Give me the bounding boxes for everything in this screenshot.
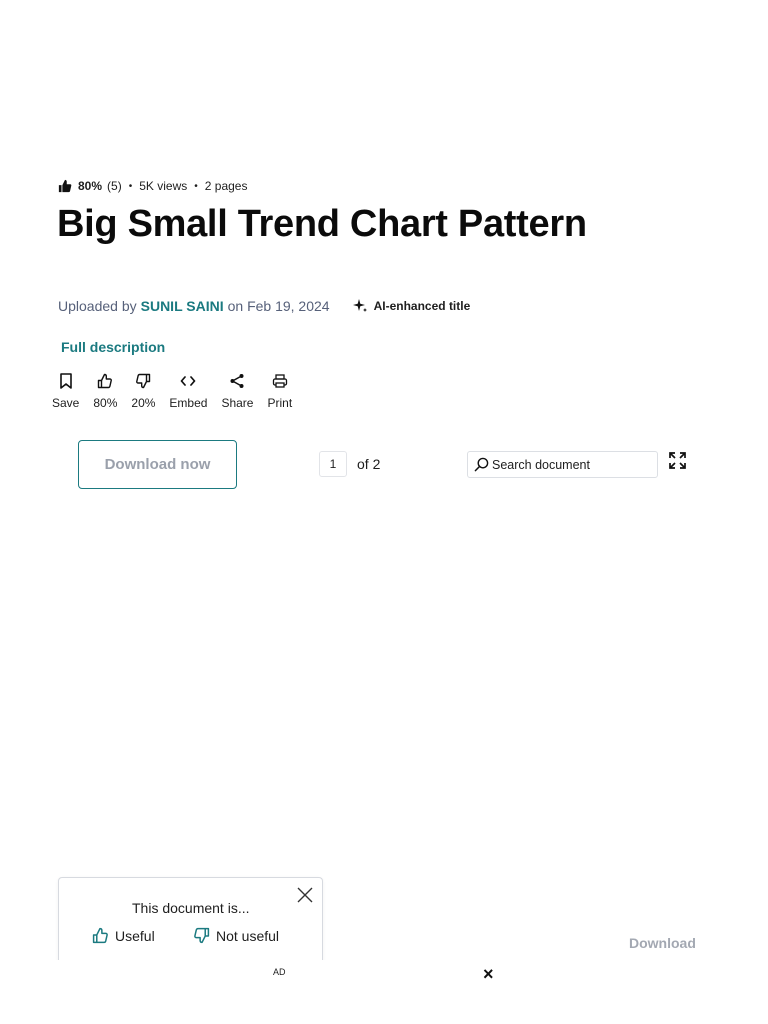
thumbs-up-icon <box>97 371 113 391</box>
save-label: Save <box>52 396 80 410</box>
dislike-button[interactable]: 20% <box>131 371 155 410</box>
dislike-percent: 20% <box>131 396 156 410</box>
ad-label: AD <box>273 967 286 977</box>
feedback-question: This document is... <box>132 900 250 916</box>
download-now-button[interactable]: Download now <box>78 440 237 489</box>
rating-percent: 80% <box>78 179 103 193</box>
bookmark-icon <box>59 371 73 391</box>
thumbs-up-icon <box>92 927 108 944</box>
separator-dot: • <box>128 180 133 192</box>
search-input[interactable] <box>492 457 652 472</box>
rating-count: (5) <box>107 179 122 193</box>
close-icon <box>297 887 313 903</box>
ai-enhanced-badge: AI-enhanced title <box>352 298 471 314</box>
print-label: Print <box>267 396 293 410</box>
page-number-input[interactable] <box>319 451 347 477</box>
like-button[interactable]: 80% <box>93 371 117 410</box>
feedback-popup: This document is... Useful Not useful <box>58 877 323 967</box>
embed-label: Embed <box>169 396 208 410</box>
view-count: 5K views <box>139 179 188 193</box>
uploaded-by-label: Uploaded by <box>58 298 137 314</box>
print-button[interactable]: Print <box>267 371 292 410</box>
sparkle-icon <box>352 299 367 312</box>
embed-button[interactable]: Embed <box>169 371 207 410</box>
fullscreen-button[interactable] <box>669 452 686 474</box>
code-icon <box>180 371 196 391</box>
not-useful-label: Not useful <box>216 927 280 944</box>
ad-close-button[interactable]: × <box>483 964 494 985</box>
search-icon <box>474 457 489 472</box>
page-navigator: of 2 <box>319 451 380 477</box>
thumbs-down-icon <box>135 371 151 391</box>
bottom-download-button[interactable]: Download <box>629 935 696 951</box>
document-search[interactable] <box>467 451 658 478</box>
action-toolbar: Save 80% 20% Embed Share Print <box>52 371 306 410</box>
ai-badge-label: AI-enhanced title <box>373 299 471 313</box>
useful-button[interactable]: Useful <box>92 927 155 944</box>
upload-date: on Feb 19, 2024 <box>227 298 330 314</box>
page-count: 2 pages <box>204 179 248 193</box>
separator-dot: • <box>194 180 198 192</box>
share-label: Share <box>221 396 254 410</box>
upload-info: Uploaded by SUNIL SAINI on Feb 19, 2024 … <box>58 298 470 314</box>
not-useful-button[interactable]: Not useful <box>193 927 279 944</box>
full-description-link[interactable]: Full description <box>61 339 165 355</box>
document-title: Big Small Trend Chart Pattern <box>57 203 587 245</box>
document-stats: 80% (5) • 5K views • 2 pages <box>58 179 247 193</box>
share-button[interactable]: Share <box>221 371 253 410</box>
total-pages-label: of 2 <box>357 456 381 472</box>
share-icon <box>229 371 245 391</box>
thumbs-up-filled-icon <box>58 179 72 193</box>
expand-icon <box>669 452 686 469</box>
useful-label: Useful <box>115 927 155 944</box>
ad-banner <box>0 960 768 1024</box>
feedback-close-button[interactable] <box>297 887 313 908</box>
printer-icon <box>272 371 288 391</box>
like-percent: 80% <box>93 396 118 410</box>
author-link[interactable]: SUNIL SAINI <box>141 298 224 314</box>
thumbs-down-icon <box>194 927 210 944</box>
save-button[interactable]: Save <box>52 371 79 410</box>
